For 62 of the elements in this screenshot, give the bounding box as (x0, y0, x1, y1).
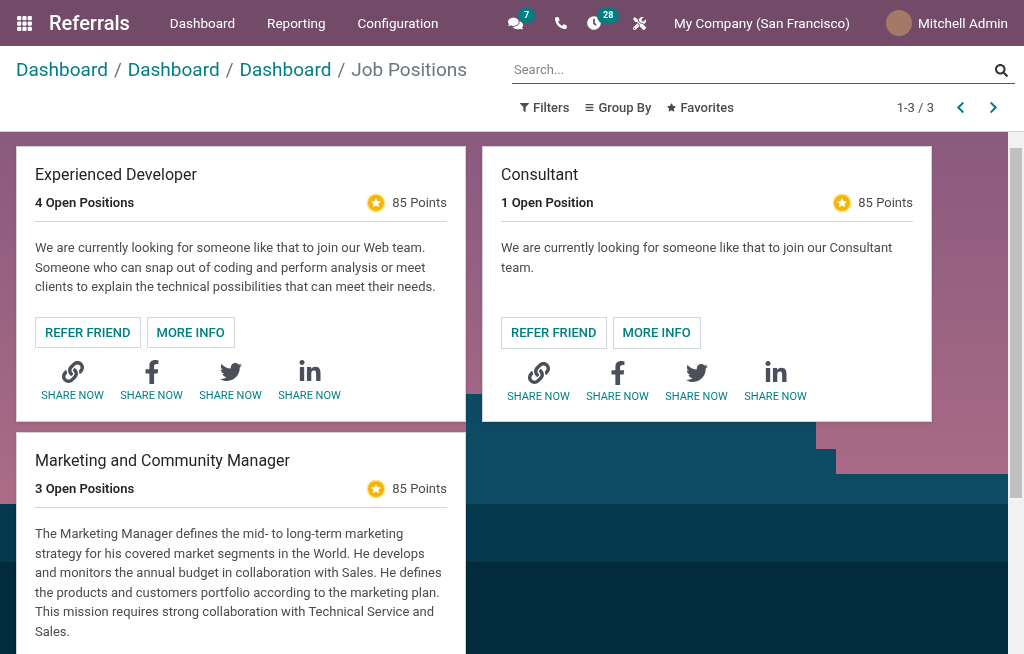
star-badge-icon (366, 193, 387, 213)
pager-value[interactable]: 1-3 / 3 (896, 98, 934, 118)
clock-icon[interactable] (587, 16, 601, 30)
share-now-link[interactable]: SHARE NOW (586, 388, 649, 405)
breadcrumb-link[interactable]: Dashboard (16, 58, 108, 81)
share-now-link[interactable]: SHARE NOW (41, 388, 104, 405)
points: 85 Points (858, 194, 913, 213)
apps-menu-icon[interactable] (16, 14, 33, 32)
next-icon[interactable] (987, 101, 1000, 115)
search-option-button[interactable]: Favorites (659, 98, 742, 118)
star-badge-icon (832, 193, 853, 213)
tools-icon[interactable] (633, 16, 646, 30)
link-icon[interactable] (61, 360, 84, 384)
search-option-button[interactable]: Group By (577, 98, 660, 118)
menu-item[interactable]: Dashboard (153, 12, 252, 34)
current-breadcrumb[interactable]: Job Positions (351, 58, 468, 81)
linkedin-icon[interactable] (764, 360, 787, 385)
search-icon[interactable] (995, 63, 1008, 77)
menu-item[interactable]: Configuration (341, 12, 455, 34)
job-title: Consultant (501, 165, 580, 185)
chat-icon[interactable] (508, 15, 523, 31)
phone-icon[interactable] (555, 17, 567, 29)
more-info-button[interactable]: MORE INFO (146, 316, 235, 348)
refer-friend-button[interactable]: REFER FRIEND (501, 317, 607, 349)
app-name[interactable]: Referrals (49, 8, 130, 38)
share-now-link[interactable]: SHARE NOW (278, 388, 341, 405)
list-icon (585, 103, 595, 113)
activity-count-badge: 28 (597, 8, 620, 24)
linkedin-icon[interactable] (298, 360, 321, 384)
job-title: Marketing and Community Manager (35, 451, 291, 471)
job-title: Experienced Developer (35, 165, 198, 185)
breadcrumb-link[interactable]: Dashboard (127, 58, 220, 81)
link-icon[interactable] (527, 360, 550, 385)
menu-item[interactable]: Reporting (251, 12, 342, 34)
open-positions: 4 Open Positions (35, 194, 135, 213)
breadcrumb-separator: / (225, 58, 234, 81)
open-positions: 3 Open Positions (35, 480, 135, 499)
share-now-link[interactable]: SHARE NOW (744, 388, 807, 405)
filter-icon (520, 103, 529, 113)
points: 85 Points (392, 194, 447, 213)
breadcrumb-separator: / (337, 58, 346, 81)
breadcrumb-link[interactable]: Dashboard (239, 58, 332, 81)
job-description: The Marketing Manager defines the mid- to long-term marketing strategy for his covered market segments in the World. He develops and monitors the annual budget in collaboration with Sales. He defines the products and customers portfolio according to the marketing plan. This mission requires strong collaboration with Technical Service and Sales. (35, 525, 443, 641)
search-option-button[interactable]: Filters (512, 98, 578, 118)
message-count-badge: 7 (518, 7, 536, 23)
job-description: We are currently looking for someone like that to join our Consultant team. (501, 239, 894, 277)
open-positions: 1 Open Position (501, 194, 594, 213)
star-icon (667, 103, 677, 113)
share-now-link[interactable]: SHARE NOW (665, 388, 728, 405)
refer-friend-button[interactable]: REFER FRIEND (35, 316, 141, 348)
share-now-link[interactable]: SHARE NOW (199, 388, 262, 405)
breadcrumb-separator: / (113, 58, 122, 81)
share-now-link[interactable]: SHARE NOW (507, 388, 570, 405)
company-switcher[interactable]: My Company (San Francisco) (674, 12, 850, 34)
user-menu[interactable]: Mitchell Admin (917, 12, 1008, 34)
job-description: We are currently looking for someone like that to join our Web team. Someone who can snap out of coding and perform analysis or meet clients to explain the technical possibilities that can meet their needs. (35, 239, 437, 296)
more-info-button[interactable]: MORE INFO (612, 317, 701, 349)
previous-icon[interactable] (954, 101, 967, 115)
star-badge-icon (366, 479, 387, 499)
points: 85 Points (392, 480, 447, 499)
twitter-icon[interactable] (219, 360, 242, 384)
share-now-link[interactable]: SHARE NOW (120, 388, 183, 405)
